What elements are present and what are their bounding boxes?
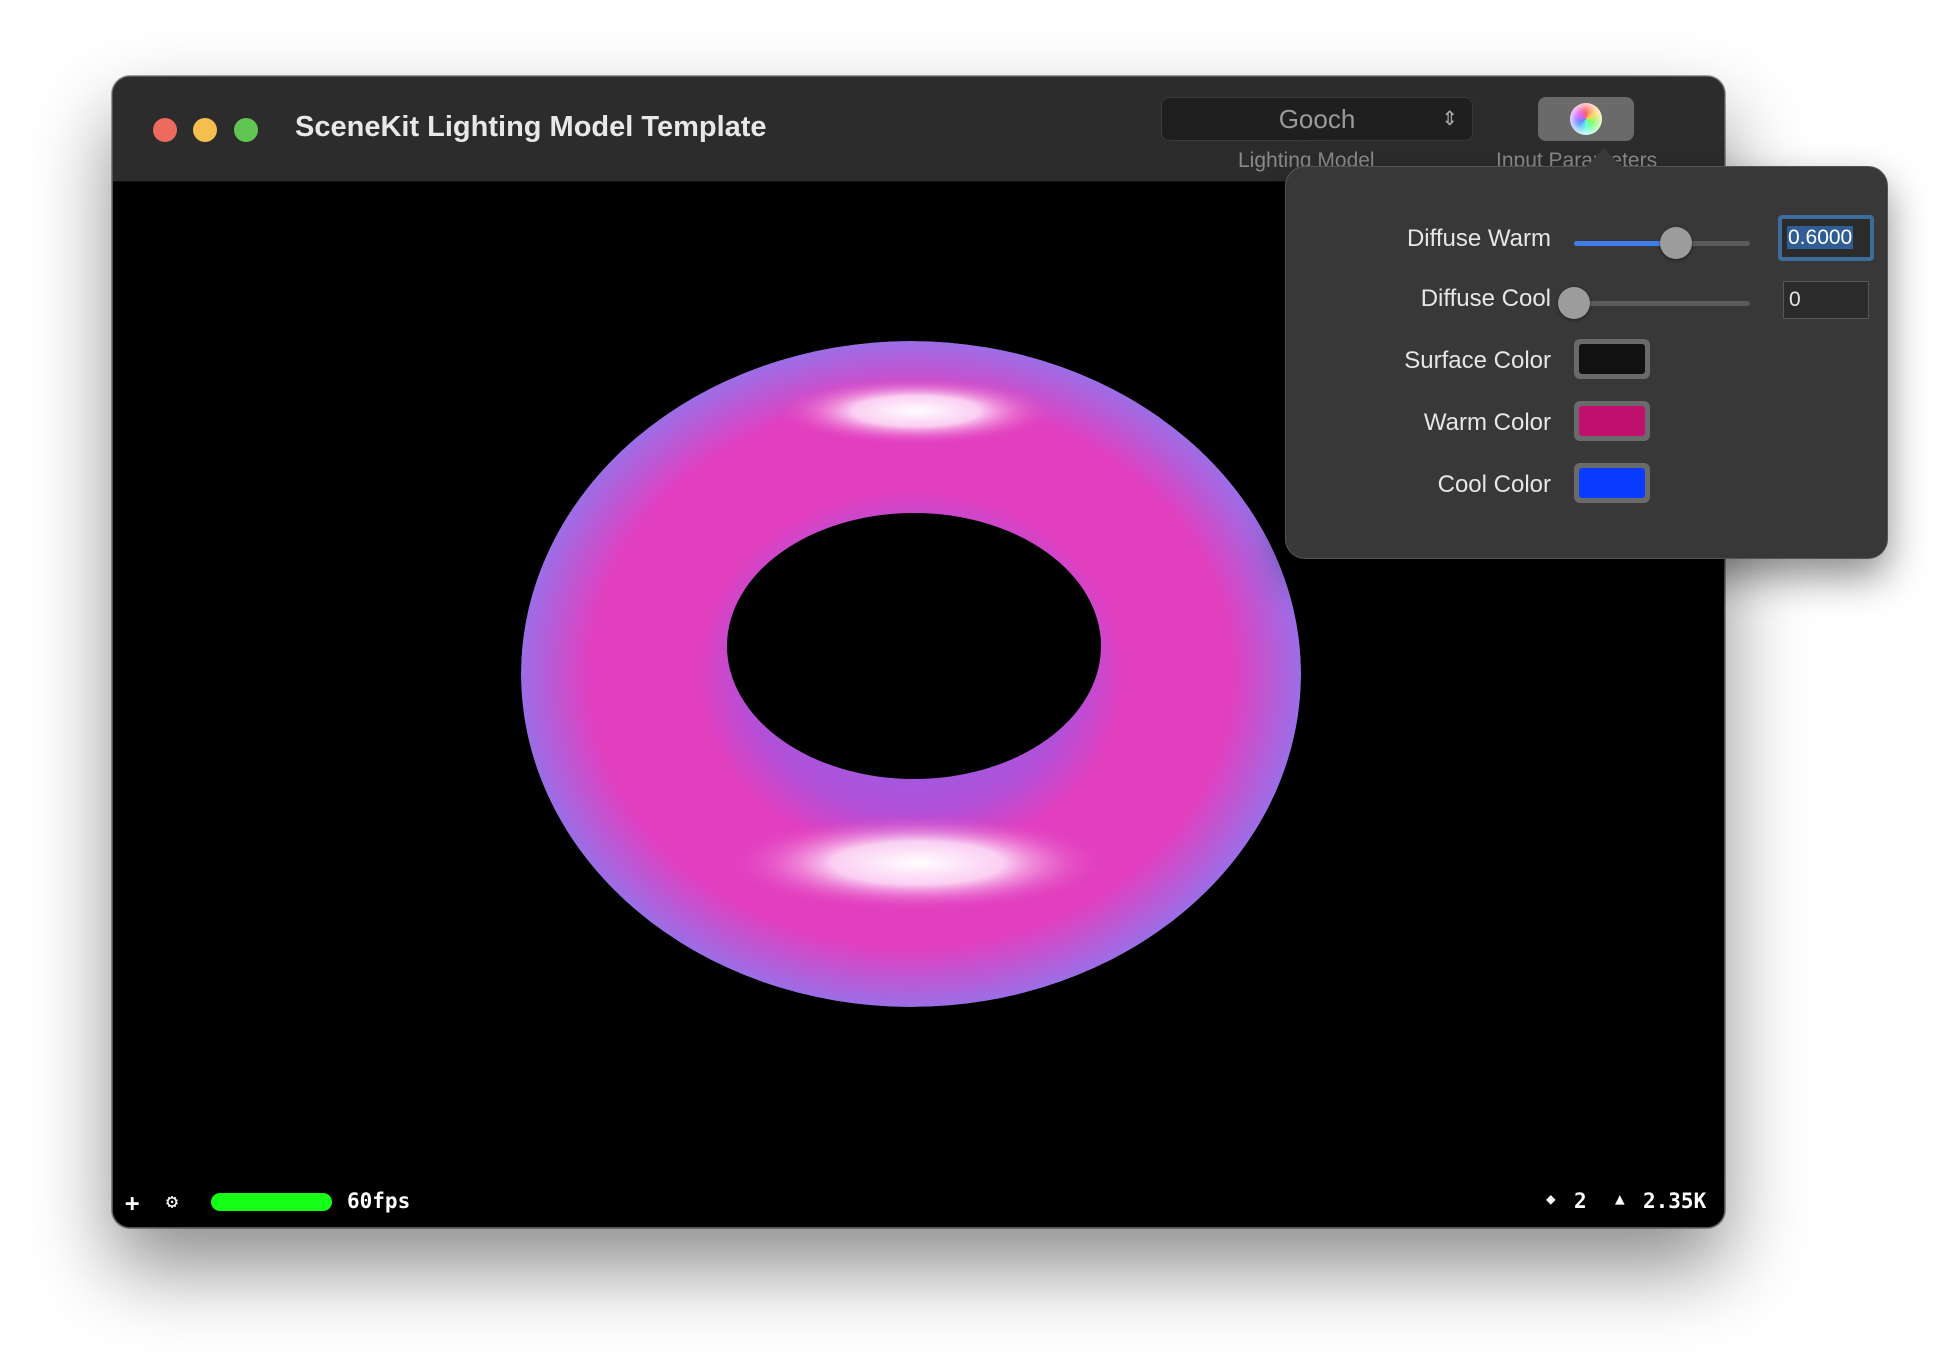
close-button[interactable] bbox=[153, 118, 177, 142]
minimize-button[interactable] bbox=[193, 118, 217, 142]
diffuse-warm-slider[interactable] bbox=[1574, 227, 1750, 259]
chevron-updown-icon: ⇕ bbox=[1441, 108, 1458, 130]
node-count: 2 bbox=[1574, 1189, 1587, 1213]
zoom-button[interactable] bbox=[234, 118, 258, 142]
surface-color-swatch bbox=[1579, 344, 1645, 374]
triangle-count: 2.35K bbox=[1643, 1189, 1707, 1213]
diffuse-warm-slider-thumb[interactable] bbox=[1660, 227, 1693, 259]
lighting-model-value: Gooch bbox=[1278, 104, 1356, 134]
window-title: SceneKit Lighting Model Template bbox=[295, 111, 767, 143]
warm-color-label: Warm Color bbox=[1423, 409, 1551, 436]
statistics-bar: + ⚙ 60fps ◆ 2 ▲ 2.35K bbox=[113, 1187, 1724, 1223]
cool-color-label: Cool Color bbox=[1437, 471, 1551, 498]
diffuse-cool-slider[interactable] bbox=[1558, 287, 1750, 319]
gear-icon[interactable]: ⚙ bbox=[166, 1189, 178, 1213]
diffuse-warm-label: Diffuse Warm bbox=[1406, 225, 1551, 252]
popover-arrow bbox=[1586, 148, 1622, 167]
input-parameters-popover: Diffuse Warm 0.6000 Diffuse Cool 0 Surfa… bbox=[1285, 148, 1888, 559]
warm-color-well[interactable] bbox=[1574, 401, 1650, 441]
plus-icon[interactable]: + bbox=[125, 1189, 139, 1217]
nodes-icon: ◆ bbox=[1546, 1189, 1556, 1208]
diffuse-cool-field[interactable]: 0 bbox=[1783, 281, 1869, 319]
color-wheel-icon bbox=[1570, 103, 1602, 135]
triangles-icon: ▲ bbox=[1615, 1189, 1625, 1208]
diffuse-warm-field[interactable]: 0.6000 bbox=[1778, 215, 1874, 261]
surface-color-label: Surface Color bbox=[1404, 347, 1551, 374]
cool-color-well[interactable] bbox=[1574, 463, 1650, 503]
input-parameters-button[interactable] bbox=[1538, 97, 1634, 141]
fps-readout: 60fps bbox=[347, 1189, 411, 1213]
cool-color-swatch bbox=[1579, 468, 1645, 498]
warm-color-swatch bbox=[1579, 406, 1645, 436]
diffuse-cool-label: Diffuse Cool bbox=[1420, 285, 1551, 312]
surface-color-well[interactable] bbox=[1574, 339, 1650, 379]
lighting-model-select[interactable]: Gooch ⇕ bbox=[1161, 97, 1473, 141]
diffuse-cool-slider-thumb[interactable] bbox=[1558, 287, 1590, 319]
fps-meter bbox=[211, 1193, 332, 1211]
